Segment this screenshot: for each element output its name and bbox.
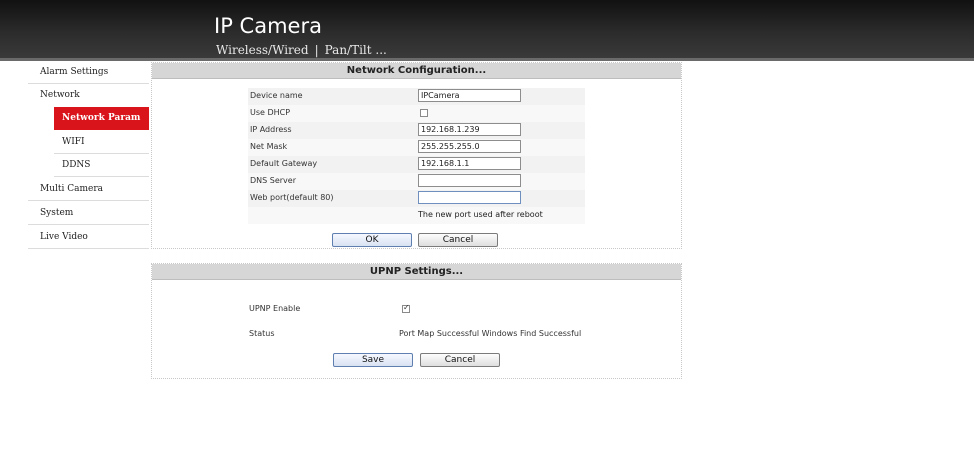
sidebar-item-live-video[interactable]: Live Video [28,226,149,249]
net-mask-input[interactable]: 255.255.255.0 [418,140,521,153]
nav-link-wireless-wired[interactable]: Wireless/Wired [216,43,309,57]
nav-separator: | [314,43,319,57]
web-port-label: Web port(default 80) [250,193,334,202]
upnp-settings-panel: UPNP Settings... UPNP Enable Status Port… [151,263,682,379]
ok-button[interactable]: OK [332,233,412,247]
port-note-text: The new port used after reboot [418,210,543,219]
ip-address-input[interactable]: 192.168.1.239 [418,123,521,136]
network-config-title: Network Configuration... [152,63,681,79]
row-net-mask: Net Mask 255.255.255.0 [248,139,585,156]
app-header: IP Camera Wireless/Wired | Pan/Tilt ... [0,0,974,61]
sidebar-item-ddns[interactable]: DDNS [54,154,149,177]
upnp-enable-checkbox[interactable] [402,303,410,313]
row-dns-server: DNS Server [248,173,585,190]
app-title: IP Camera [214,14,322,38]
row-default-gateway: Default Gateway 192.168.1.1 [248,156,585,173]
dns-server-label: DNS Server [250,176,296,185]
use-dhcp-checkbox[interactable] [420,109,428,117]
upnp-cancel-button[interactable]: Cancel [420,353,500,367]
ip-address-label: IP Address [250,125,292,134]
sidebar-item-system[interactable]: System [28,202,149,225]
use-dhcp-label: Use DHCP [250,108,291,117]
save-button[interactable]: Save [333,353,413,367]
sidebar-item-network-param[interactable]: Network Param [54,107,149,130]
default-gateway-label: Default Gateway [250,159,318,168]
sidebar-item-wifi[interactable]: WIFI [54,131,149,154]
upnp-status-value: Port Map Successful Windows Find Success… [399,329,582,338]
top-nav: Wireless/Wired | Pan/Tilt ... [216,43,387,57]
upnp-enable-label: UPNP Enable [249,304,301,313]
row-port-note: The new port used after reboot [248,207,585,224]
device-name-input[interactable]: IPCamera [418,89,521,102]
row-web-port: Web port(default 80) [248,190,585,207]
row-use-dhcp: Use DHCP [248,105,585,122]
web-port-input[interactable] [418,191,521,204]
sidebar: Alarm Settings Network Network Param WIF… [28,61,149,452]
network-config-panel: Network Configuration... Device name IPC… [151,62,682,249]
sidebar-item-network[interactable]: Network [28,84,149,107]
dns-server-input[interactable] [418,174,521,187]
nav-link-pan-tilt[interactable]: Pan/Tilt ... [325,43,387,57]
upnp-status-label: Status [249,329,275,338]
sidebar-item-multi-camera[interactable]: Multi Camera [28,178,149,201]
default-gateway-input[interactable]: 192.168.1.1 [418,157,521,170]
row-device-name: Device name IPCamera [248,88,585,105]
net-mask-label: Net Mask [250,142,288,151]
upnp-settings-title: UPNP Settings... [152,264,681,280]
row-ip-address: IP Address 192.168.1.239 [248,122,585,139]
network-cancel-button[interactable]: Cancel [418,233,498,247]
device-name-label: Device name [250,91,303,100]
sidebar-item-alarm-settings[interactable]: Alarm Settings [28,61,149,84]
